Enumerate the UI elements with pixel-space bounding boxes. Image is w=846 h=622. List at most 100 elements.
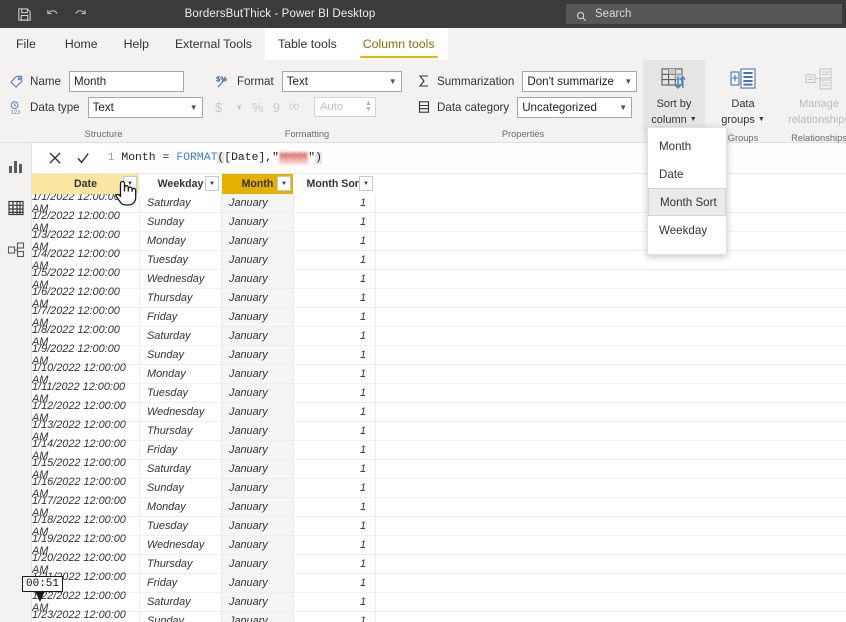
redo-icon[interactable] [72, 6, 88, 22]
table-row[interactable]: 1/10/2022 12:00:00 AM Monday January 1 [32, 362, 846, 386]
dropdown-item-weekday[interactable]: Weekday [648, 216, 726, 244]
table-cell-mon[interactable]: January [222, 365, 294, 383]
table-cell-mon[interactable]: January [222, 251, 294, 269]
table-cell-wkd[interactable]: Tuesday [140, 251, 222, 269]
tab-home[interactable]: Home [52, 28, 111, 60]
table-cell-ms[interactable]: 1 [294, 403, 376, 421]
table-row[interactable]: 1/23/2022 12:00:00 AMSundayJanuary1 [32, 609, 846, 622]
dropdown-item-month[interactable]: Month [648, 132, 726, 160]
data-groups-button[interactable]: Data groups ▼ [712, 60, 774, 132]
table-cell-ms[interactable]: 1 [294, 365, 376, 383]
table-row[interactable]: 1/12/2022 12:00:00 AM Wednesday January 1 [32, 400, 846, 424]
table-cell-mon[interactable]: January [222, 270, 294, 288]
table-cell-ms[interactable]: 1 [294, 213, 376, 231]
table-cell-mon[interactable]: January [222, 289, 294, 307]
table-row[interactable]: 1/21/2022 12:00:00 AMFridayJanuary1 [32, 571, 846, 595]
table-cell-wkd[interactable]: Wednesday [140, 536, 222, 554]
table-cell-wkd[interactable]: Sunday [140, 346, 222, 364]
sort-by-column-button[interactable]: Sort by column ▼ [643, 60, 705, 132]
table-cell-wkd[interactable]: Saturday [140, 194, 222, 212]
table-cell-mon[interactable]: January [222, 403, 294, 421]
table-cell-mon[interactable]: January [222, 593, 294, 611]
table-cell-wkd[interactable]: Thursday [140, 289, 222, 307]
table-cell-mon[interactable]: January [222, 536, 294, 554]
table-cell-mon[interactable]: January [222, 327, 294, 345]
table-row[interactable]: 1/6/2022 12:00:00 AM Thursday January 1 [32, 286, 846, 310]
dropdown-item-date[interactable]: Date [648, 160, 726, 188]
data-category-select[interactable]: Uncategorized ▼ [517, 96, 633, 118]
table-cell-mon[interactable]: January [222, 498, 294, 516]
table-cell-ms[interactable]: 1 [294, 536, 376, 554]
decimal-places-stepper[interactable]: Auto ▲ ▼ [313, 97, 376, 117]
currency-format-icon[interactable]: $ [215, 100, 222, 115]
table-cell-ms[interactable]: 1 [294, 308, 376, 326]
table-cell-mon[interactable]: January [222, 194, 294, 212]
table-cell-wkd[interactable]: Friday [140, 574, 222, 592]
table-row[interactable]: 1/14/2022 12:00:00 AM Friday January 1 [32, 438, 846, 462]
table-row[interactable]: 1/19/2022 12:00:00 AM Wednesday January 1 [32, 533, 846, 557]
table-row[interactable]: 1/8/2022 12:00:00 AM Saturday January 1 [32, 324, 846, 348]
model-view-icon[interactable] [5, 239, 27, 261]
table-cell-ms[interactable]: 1 [294, 270, 376, 288]
table-row[interactable]: 1/18/2022 12:00:00 AM Tuesday January 1 [32, 514, 846, 538]
table-cell-ms[interactable]: 1 [294, 251, 376, 269]
table-cell-ms[interactable]: 1 [294, 517, 376, 535]
tab-help[interactable]: Help [111, 28, 162, 60]
table-row[interactable]: 1/22/2022 12:00:00 AM Saturday January 1 [32, 590, 846, 614]
table-cell-wkd[interactable]: Monday [140, 232, 222, 250]
table-cell-ms[interactable]: 1 [294, 384, 376, 402]
table-cell-wkd[interactable]: Sunday [140, 213, 222, 231]
undo-icon[interactable] [44, 6, 60, 22]
table-cell-wkd[interactable]: Thursday [140, 555, 222, 573]
format-select[interactable]: Text ▼ [281, 70, 402, 92]
table-cell-wkd[interactable]: Tuesday [140, 517, 222, 535]
table-row[interactable]: 1/15/2022 12:00:00 AM Saturday January 1 [32, 457, 846, 481]
table-cell-ms[interactable]: 1 [294, 612, 376, 622]
data-view-icon[interactable] [5, 197, 27, 219]
table-row[interactable]: 1/16/2022 12:00:00 AM Sunday January 1 [32, 476, 846, 500]
table-row[interactable]: 1/20/2022 12:00:00 AM Thursday January 1 [32, 552, 846, 576]
tab-table-tools[interactable]: Table tools [264, 28, 350, 60]
table-cell-ms[interactable]: 1 [294, 479, 376, 497]
filter-dropdown-icon-month-sort[interactable]: ▼ [359, 176, 373, 191]
table-row[interactable]: 1/17/2022 12:00:00 AM Monday January 1 [32, 495, 846, 519]
cancel-formula-icon[interactable] [42, 146, 68, 170]
table-cell-mon[interactable]: January [222, 517, 294, 535]
sort-by-column-dropdown[interactable]: Month Date Month Sort Weekday [647, 127, 727, 255]
table-cell-wkd[interactable]: Sunday [140, 479, 222, 497]
tab-external-tools[interactable]: External Tools [162, 28, 265, 60]
manage-relationships-button[interactable]: Manage relationships [780, 60, 846, 132]
table-cell-ms[interactable]: 1 [294, 346, 376, 364]
table-row[interactable]: 1/13/2022 12:00:00 AM Thursday January 1 [32, 419, 846, 443]
table-cell-wkd[interactable]: Friday [140, 308, 222, 326]
table-cell-wkd[interactable]: Saturday [140, 460, 222, 478]
table-cell-mon[interactable]: January [222, 479, 294, 497]
table-row[interactable]: 1/9/2022 12:00:00 AM Sunday January 1 [32, 343, 846, 367]
table-cell-mon[interactable]: January [222, 460, 294, 478]
table-cell-wkd[interactable]: Saturday [140, 327, 222, 345]
table-cell-wkd[interactable]: Monday [140, 498, 222, 516]
table-cell-ms[interactable]: 1 [294, 593, 376, 611]
table-cell-wkd[interactable]: Saturday [140, 593, 222, 611]
column-header-weekday[interactable]: Weekday ▼ [140, 174, 222, 194]
table-cell-ms[interactable]: 1 [294, 441, 376, 459]
table-cell-mon[interactable]: January [222, 422, 294, 440]
table-cell-ms[interactable]: 1 [294, 194, 376, 212]
table-cell-ms[interactable]: 1 [294, 422, 376, 440]
decimal-places-icon[interactable]: 00 [289, 102, 299, 112]
name-input[interactable]: Month [68, 70, 184, 92]
table-cell-ms[interactable]: 1 [294, 498, 376, 516]
table-cell-mon[interactable]: January [222, 213, 294, 231]
table-cell-mon[interactable]: January [222, 441, 294, 459]
table-cell-ms[interactable]: 1 [294, 232, 376, 250]
formula-input[interactable]: 1 Month = FORMAT ( [Date], " MMMM " ) [102, 146, 846, 170]
table-cell-wkd[interactable]: Sunday [140, 612, 222, 622]
table-cell-mon[interactable]: January [222, 232, 294, 250]
data-type-select[interactable]: Text ▼ [87, 96, 203, 118]
table-cell-mon[interactable]: January [222, 574, 294, 592]
table-cell-mon[interactable]: January [222, 555, 294, 573]
summarization-select[interactable]: Don't summarize ▼ [522, 70, 638, 92]
table-cell-wkd[interactable]: Friday [140, 441, 222, 459]
table-cell-mon[interactable]: January [222, 308, 294, 326]
table-cell-wkd[interactable]: Wednesday [140, 270, 222, 288]
